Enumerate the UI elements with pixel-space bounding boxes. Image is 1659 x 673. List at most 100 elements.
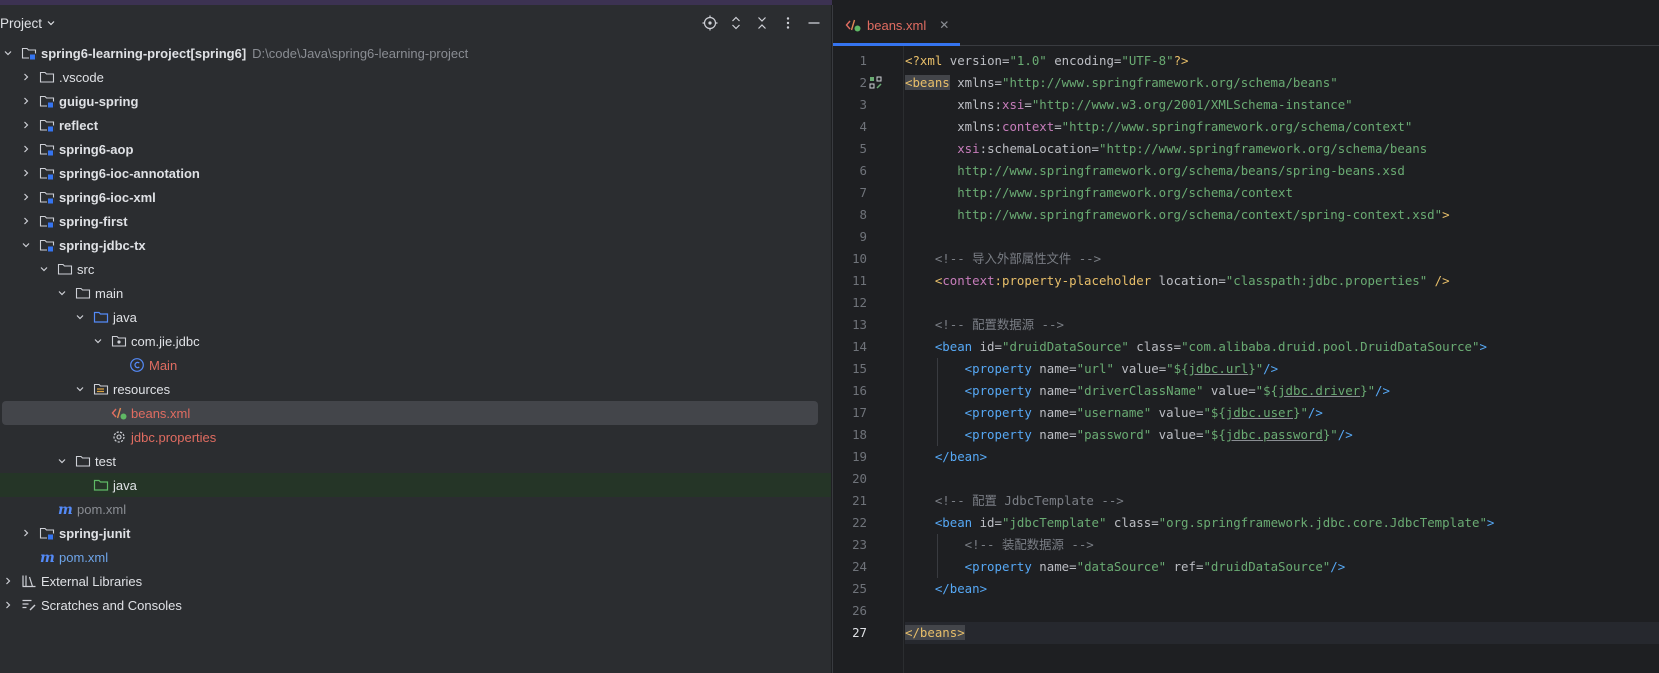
- code-token: />: [1427, 273, 1450, 288]
- line-number: 19: [852, 449, 867, 464]
- tree-toggle[interactable]: [18, 93, 34, 109]
- tree-item-main[interactable]: Main: [0, 353, 831, 377]
- tree-toggle[interactable]: [0, 573, 16, 589]
- code-token: "org.springframework.jdbc.core.JdbcTempl…: [1158, 515, 1487, 530]
- tree-item-scratches-and-consoles[interactable]: Scratches and Consoles: [0, 593, 831, 617]
- tree-toggle[interactable]: [90, 333, 106, 349]
- tree-item-main[interactable]: main: [0, 281, 831, 305]
- code-editor[interactable]: 1 2 3 4 5 6 7 8 9 10 11 12 13 14 15 16 17 18 19 20 21 22 23 24 2…: [833, 46, 1659, 673]
- line-number: 16: [852, 383, 867, 398]
- tree-item-beans-xml[interactable]: beans.xml: [0, 401, 831, 425]
- tree-item-jdbc-properties[interactable]: jdbc.properties: [0, 425, 831, 449]
- more-options-icon[interactable]: [775, 10, 801, 36]
- chevron-right-icon: [6, 601, 11, 609]
- code-token: }": [1248, 361, 1264, 376]
- tree-toggle[interactable]: [18, 69, 34, 85]
- tree-toggle[interactable]: [18, 213, 34, 229]
- tree-toggle[interactable]: [0, 597, 16, 613]
- tree-item-src[interactable]: src: [0, 257, 831, 281]
- tree-toggle[interactable]: [36, 261, 52, 277]
- tree-item-spring-first[interactable]: spring-first: [0, 209, 831, 233]
- code-token: "UTF-8": [1121, 53, 1174, 68]
- code-token: class: [1106, 515, 1152, 530]
- code-token: "${: [1255, 383, 1279, 398]
- tree-item-pom-xml[interactable]: m pom.xml: [0, 545, 831, 569]
- tree-item-pom-xml[interactable]: m pom.xml: [0, 497, 831, 521]
- collapse-all-icon[interactable]: [749, 10, 775, 36]
- code-token: name: [1031, 361, 1070, 376]
- tree-toggle: [90, 405, 106, 421]
- tree-toggle[interactable]: [18, 117, 34, 133]
- tree-toggle[interactable]: [72, 309, 88, 325]
- line-number: 2: [859, 75, 867, 90]
- expand-all-icon[interactable]: [723, 10, 749, 36]
- tree-item-java[interactable]: java: [0, 473, 831, 497]
- libraries-icon: [21, 573, 37, 589]
- tree-item-test[interactable]: test: [0, 449, 831, 473]
- module-folder-icon: [39, 93, 55, 109]
- code-token: context: [942, 273, 995, 288]
- code-token: <bean: [905, 339, 973, 354]
- code-token: />: [1337, 427, 1353, 442]
- tree-item-spring-jdbc-tx[interactable]: spring-jdbc-tx: [0, 233, 831, 257]
- line-number: 14: [852, 339, 867, 354]
- tree-item-label: spring-jdbc-tx: [59, 237, 146, 253]
- tree-item-resources[interactable]: resources: [0, 377, 831, 401]
- tree-item-label: test: [95, 453, 116, 469]
- code-token: "url": [1076, 361, 1114, 376]
- tree-toggle[interactable]: [54, 285, 70, 301]
- spring-beans-gutter-icon[interactable]: [869, 76, 883, 90]
- code-token: http://www.springframework.org/schema/be…: [905, 163, 1405, 178]
- line-number: 3: [859, 97, 867, 112]
- line-number: 6: [859, 163, 867, 178]
- code-token: jdbc.driver: [1278, 383, 1361, 398]
- code-token: "http://www.springframework.org/schema/c…: [1061, 119, 1413, 134]
- code-token: :property-placeholder: [994, 273, 1152, 288]
- chevron-down-icon: [47, 21, 55, 26]
- tree-toggle[interactable]: [0, 45, 16, 61]
- project-path: D:\code\Java\spring6-learning-project: [252, 45, 469, 61]
- tree-toggle[interactable]: [18, 525, 34, 541]
- hide-panel-icon[interactable]: [801, 10, 827, 36]
- folder-icon: [57, 261, 73, 277]
- tree-item-spring6-aop[interactable]: spring6-aop: [0, 137, 831, 161]
- tree-toggle[interactable]: [18, 141, 34, 157]
- code-token: value: [1151, 427, 1196, 442]
- chevron-down-icon: [76, 315, 84, 320]
- code-token: jdbc.url: [1188, 361, 1249, 376]
- close-tab-icon[interactable]: ✕: [939, 18, 949, 32]
- tree-item-com-jie-jdbc[interactable]: com.jie.jdbc: [0, 329, 831, 353]
- tree-item-label: resources: [113, 381, 171, 397]
- tree-item-guigu-spring[interactable]: guigu-spring: [0, 89, 831, 113]
- code-token: >: [1479, 339, 1487, 354]
- tree-toggle[interactable]: [72, 381, 88, 397]
- tree-item-external-libraries[interactable]: External Libraries: [0, 569, 831, 593]
- code-line: http://www.springframework.org/schema/co…: [905, 182, 1659, 204]
- code-token: />: [1307, 405, 1323, 420]
- tree-item-reflect[interactable]: reflect: [0, 113, 831, 137]
- tab-beans-xml[interactable]: beans.xml ✕: [833, 5, 960, 46]
- project-view-selector[interactable]: Project: [0, 16, 56, 31]
- tree-item-java[interactable]: java: [0, 305, 831, 329]
- maven-icon: m: [57, 501, 73, 517]
- code-token: jdbc.user: [1225, 405, 1293, 420]
- code-token: <?xml: [905, 53, 950, 68]
- tree-toggle[interactable]: [18, 237, 34, 253]
- tree-item-spring-junit[interactable]: spring-junit: [0, 521, 831, 545]
- module-name-suffix: [spring6]: [190, 45, 247, 61]
- tree-item-spring6-ioc-xml[interactable]: spring6-ioc-xml: [0, 185, 831, 209]
- tree-item-spring6-ioc-annotation[interactable]: spring6-ioc-annotation: [0, 161, 831, 185]
- tree-item-label: spring6-ioc-annotation: [59, 165, 200, 181]
- tree-toggle[interactable]: [18, 165, 34, 181]
- locate-file-icon[interactable]: [697, 10, 723, 36]
- code-token: =: [1248, 383, 1256, 398]
- tree-toggle[interactable]: [54, 453, 70, 469]
- tree-toggle[interactable]: [18, 189, 34, 205]
- code-token: xsi: [905, 141, 980, 156]
- folder-icon: [75, 453, 91, 469]
- line-number: 13: [852, 317, 867, 332]
- chevron-right-icon: [24, 169, 29, 177]
- tree-item-spring6-learning-project[interactable]: spring6-learning-project [spring6] D:\cod…: [0, 41, 831, 65]
- code-line: http://www.springframework.org/schema/co…: [905, 204, 1659, 226]
- tree-item-vscode[interactable]: .vscode: [0, 65, 831, 89]
